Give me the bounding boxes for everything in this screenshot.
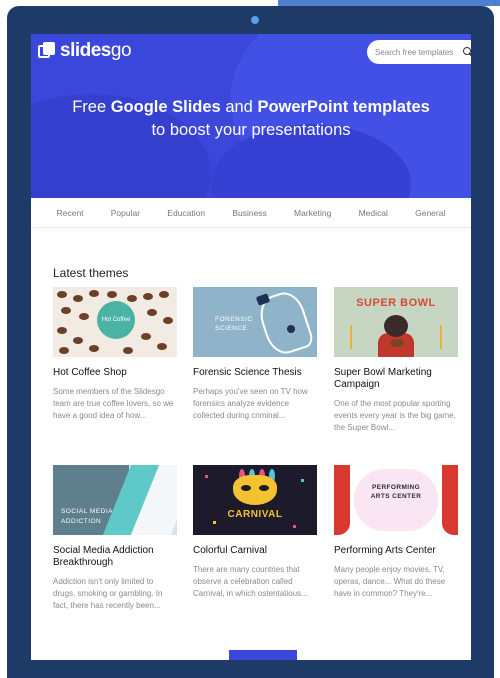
- theme-title[interactable]: Colorful Carnival: [193, 545, 317, 557]
- tablet-frame: slidesgo Free Google Slides and PowerPoi…: [7, 6, 494, 678]
- thumb-label: CARNIVAL: [227, 509, 283, 520]
- thumb-label: SOCIAL MEDIA ADDICTION: [61, 508, 113, 525]
- thumb-label: PERFORMING ARTS CENTER: [370, 484, 422, 500]
- search-icon[interactable]: [463, 47, 471, 57]
- helmet-icon: [384, 315, 408, 337]
- nav-item-medical[interactable]: Medical: [359, 208, 388, 218]
- nav-item-education[interactable]: Education: [167, 208, 205, 218]
- load-more-button[interactable]: [229, 650, 297, 660]
- goal-post: [440, 325, 442, 349]
- theme-description: Perhaps you've seen on TV how forensics …: [193, 387, 308, 420]
- theme-title[interactable]: Super Bowl Marketing Campaign: [334, 367, 458, 391]
- website-screen: slidesgo Free Google Slides and PowerPoi…: [31, 34, 471, 660]
- theme-thumbnail[interactable]: SOCIAL MEDIA ADDICTION: [53, 465, 177, 535]
- nav-item-marketing[interactable]: Marketing: [294, 208, 331, 218]
- theme-title[interactable]: Performing Arts Center: [334, 545, 458, 557]
- theme-card[interactable]: SUPER BOWL Super Bowl Marketing Campaign…: [334, 287, 458, 434]
- thumb-label: FORENSIC SCIENCE: [215, 316, 253, 332]
- theme-title[interactable]: Hot Coffee Shop: [53, 367, 177, 379]
- theme-description: Addiction isn't only limited to drugs, s…: [53, 577, 163, 610]
- theme-description: There are many countries that observe a …: [193, 565, 308, 598]
- theme-description: Some members of the Slidesgo team are tr…: [53, 387, 174, 420]
- theme-card[interactable]: SOCIAL MEDIA ADDICTION Social Media Addic…: [53, 465, 177, 612]
- goal-post: [350, 325, 352, 349]
- nav-item-general[interactable]: General: [415, 208, 445, 218]
- football-icon: [390, 339, 404, 347]
- theme-card[interactable]: FORENSIC SCIENCE Forensic Science Thesis …: [193, 287, 317, 422]
- category-nav: Recent Popular Education Business Market…: [31, 198, 471, 228]
- theme-description: Many people enjoy movies, TV, operas, da…: [334, 565, 446, 598]
- search-input[interactable]: [375, 47, 459, 57]
- nav-item-popular[interactable]: Popular: [111, 208, 140, 218]
- theme-card[interactable]: CARNIVAL Colorful Carnival There are man…: [193, 465, 317, 600]
- slidesgo-logo[interactable]: slidesgo: [38, 40, 132, 62]
- section-title: Latest themes: [53, 266, 129, 280]
- theme-thumbnail[interactable]: SUPER BOWL: [334, 287, 458, 357]
- theme-thumbnail[interactable]: Hot Coffee: [53, 287, 177, 357]
- theme-description: One of the most popular sporting events …: [334, 399, 456, 432]
- search-box[interactable]: [367, 40, 471, 64]
- theme-thumbnail[interactable]: PERFORMING ARTS CENTER: [334, 465, 458, 535]
- nav-item-business[interactable]: Business: [232, 208, 267, 218]
- theme-card[interactable]: PERFORMING ARTS CENTER Performing Arts Ce…: [334, 465, 458, 600]
- theme-title[interactable]: Social Media Addiction Breakthrough: [53, 545, 177, 569]
- theme-card[interactable]: Hot Coffee Hot Coffee Shop Some members …: [53, 287, 177, 422]
- thumb-label: SUPER BOWL: [356, 297, 436, 309]
- slides-logo-icon: [38, 42, 56, 60]
- theme-thumbnail[interactable]: FORENSIC SCIENCE: [193, 287, 317, 357]
- theme-thumbnail[interactable]: CARNIVAL: [193, 465, 317, 535]
- hero-banner: slidesgo Free Google Slides and PowerPoi…: [31, 34, 471, 198]
- carnival-mask-icon: [233, 475, 277, 505]
- coffee-badge: Hot Coffee: [97, 301, 135, 339]
- camera-dot: [251, 16, 259, 24]
- theme-title[interactable]: Forensic Science Thesis: [193, 367, 317, 379]
- evidence-dot: [287, 325, 295, 333]
- logo-text: slidesgo: [60, 40, 132, 61]
- nav-item-recent[interactable]: Recent: [57, 208, 84, 218]
- hero-headline: Free Google Slides and PowerPoint templa…: [72, 98, 430, 139]
